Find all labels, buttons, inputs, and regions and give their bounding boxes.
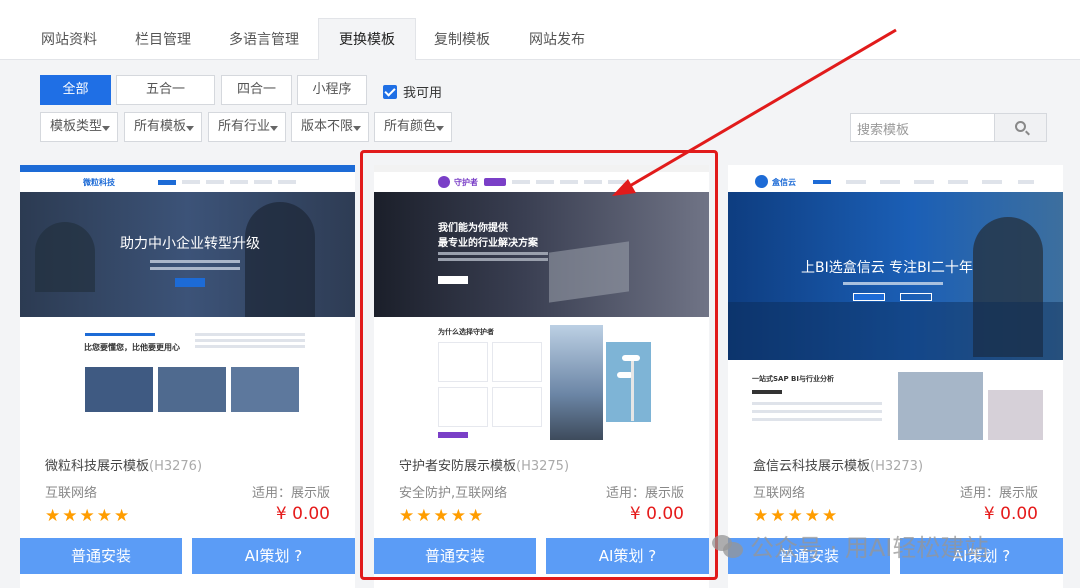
dropdown-label: 模板类型	[50, 119, 103, 134]
dropdown-color[interactable]: 所有颜色	[374, 112, 452, 142]
available-label: 我可用	[403, 86, 443, 101]
preview-hero-text: 上BI选盒信云 专注BI二十年	[801, 260, 973, 276]
filter-four-in-one-button[interactable]: 四合一	[221, 75, 292, 105]
preview-logo: 守护者	[454, 178, 478, 187]
dropdown-label: 所有行业	[218, 119, 271, 134]
template-price: ¥ 0.00	[983, 504, 1038, 524]
tab-columns[interactable]: 栏目管理	[118, 20, 208, 60]
preview-hero-line1: 我们能为你提供	[438, 223, 508, 234]
available-checkbox[interactable]: 我可用	[383, 82, 442, 101]
preview-section-title: 一站式SAP BI与行业分析	[752, 375, 834, 383]
filter-all-button[interactable]: 全部	[40, 75, 111, 105]
tab-multilanguage[interactable]: 多语言管理	[208, 20, 320, 60]
caret-down-icon	[186, 126, 194, 131]
caret-down-icon	[270, 126, 278, 131]
template-preview[interactable]: 盒信云 上BI选盒信云 专注BI二十年 一站式SAP BI与行业分析	[728, 165, 1063, 440]
template-tags: 互联网络	[753, 486, 806, 501]
template-tags: 互联网络	[45, 486, 98, 501]
preview-body: 为什么选择守护者	[374, 317, 709, 440]
template-preview[interactable]: 微粒科技 助力中小企业转型升级 比您要懂您，比他要更用心	[20, 165, 355, 440]
tab-copy-template[interactable]: 复制模板	[416, 20, 508, 60]
dropdown-label: 所有颜色	[384, 119, 437, 134]
filter-miniprogram-button[interactable]: 小程序	[297, 75, 367, 105]
dropdown-version[interactable]: 版本不限	[291, 112, 369, 142]
tab-publish[interactable]: 网站发布	[508, 20, 606, 60]
template-name[interactable]: 守护者安防展示模板(H3275)	[399, 455, 569, 474]
preview-hero-line2: 最专业的行业解决方案	[438, 238, 538, 249]
install-button[interactable]: 普通安装	[20, 538, 182, 574]
template-info: 守护者安防展示模板(H3275) 安全防护,互联网络 适用：展示版 ★★★★★ …	[374, 440, 709, 540]
dropdown-template-type[interactable]: 模板类型	[40, 112, 118, 142]
preview-logo: 盒信云	[772, 178, 796, 187]
template-info: 盒信云科技展示模板(H3273) 互联网络 适用：展示版 ★★★★★ ¥ 0.0…	[728, 440, 1063, 540]
preview-nav: 守护者	[374, 172, 709, 192]
template-card-h3273[interactable]: 盒信云 上BI选盒信云 专注BI二十年 一站式SAP BI与行业分析 盒信云科技…	[728, 165, 1063, 588]
template-tags: 安全防护,互联网络	[399, 486, 508, 501]
ai-plan-button[interactable]: AI策划 ?	[192, 538, 355, 574]
template-usage: 适用：展示版	[251, 486, 330, 501]
template-info: 微粒科技展示模板(H3276) 互联网络 适用：展示版 ★★★★★ ¥ 0.00	[20, 440, 355, 540]
preview-nav: 盒信云	[728, 172, 1063, 192]
shield-icon	[438, 176, 450, 188]
template-price: ¥ 0.00	[275, 504, 330, 524]
template-preview[interactable]: 守护者 我们能为你提供 最专业的行业解决方案 为什么选择守护者	[374, 165, 709, 440]
preview-hero: 上BI选盒信云 专注BI二十年	[728, 192, 1063, 360]
preview-body: 一站式SAP BI与行业分析	[728, 360, 1063, 440]
caret-down-icon	[102, 126, 110, 131]
template-name[interactable]: 微粒科技展示模板(H3276)	[45, 455, 202, 474]
logo-icon	[755, 175, 768, 188]
preview-nav: 微粒科技	[20, 172, 355, 192]
preview-topbar	[728, 165, 1063, 172]
template-usage: 适用：展示版	[959, 486, 1038, 501]
rating-stars: ★★★★★	[45, 506, 132, 526]
dropdown-label: 版本不限	[301, 119, 354, 134]
template-card-h3276[interactable]: 微粒科技 助力中小企业转型升级 比您要懂您，比他要更用心 微粒科技展示模板(H3…	[20, 165, 355, 588]
dropdown-label: 所有模板	[134, 119, 187, 134]
preview-section-title: 比您要懂您，比他要更用心	[84, 343, 180, 352]
preview-hero: 我们能为你提供 最专业的行业解决方案	[374, 192, 709, 317]
template-usage: 适用：展示版	[605, 486, 684, 501]
template-name[interactable]: 盒信云科技展示模板(H3273)	[753, 455, 923, 474]
preview-section-title: 为什么选择守护者	[438, 328, 494, 336]
ai-plan-button[interactable]: AI策划 ?	[546, 538, 709, 574]
preview-body: 比您要懂您，比他要更用心	[20, 317, 355, 440]
tab-site-info[interactable]: 网站资料	[20, 20, 118, 60]
tab-change-template[interactable]: 更换模板	[318, 18, 416, 61]
template-price: ¥ 0.00	[629, 504, 684, 524]
search-button[interactable]	[994, 114, 1046, 141]
preview-topbar	[20, 165, 355, 172]
dropdown-all-templates[interactable]: 所有模板	[124, 112, 202, 142]
wechat-icon	[712, 533, 744, 559]
watermark-text: 公众号 · 用AI轻松建站	[750, 534, 989, 562]
install-button[interactable]: 普通安装	[374, 538, 536, 574]
checkbox-checked-icon[interactable]	[383, 84, 397, 99]
rating-stars: ★★★★★	[753, 506, 840, 526]
search-input[interactable]: 搜索模板	[857, 119, 909, 138]
caret-down-icon	[436, 126, 444, 131]
search-icon	[1015, 121, 1026, 132]
preview-hero: 助力中小企业转型升级	[20, 192, 355, 317]
rating-stars: ★★★★★	[399, 506, 486, 526]
caret-down-icon	[353, 126, 361, 131]
template-search: 搜索模板	[850, 113, 1047, 142]
preview-topbar	[374, 165, 709, 172]
watermark: 公众号 · 用AI轻松建站	[712, 528, 988, 563]
preview-logo: 微粒科技	[83, 178, 115, 187]
template-card-h3275[interactable]: 守护者 我们能为你提供 最专业的行业解决方案 为什么选择守护者 守护者安防展示模…	[374, 165, 709, 588]
filter-five-in-one-button[interactable]: 五合一	[116, 75, 215, 105]
preview-hero-text: 助力中小企业转型升级	[120, 236, 260, 252]
tab-bar: 网站资料 栏目管理 多语言管理 更换模板 复制模板 网站发布	[0, 0, 1080, 61]
dropdown-industry[interactable]: 所有行业	[208, 112, 286, 142]
